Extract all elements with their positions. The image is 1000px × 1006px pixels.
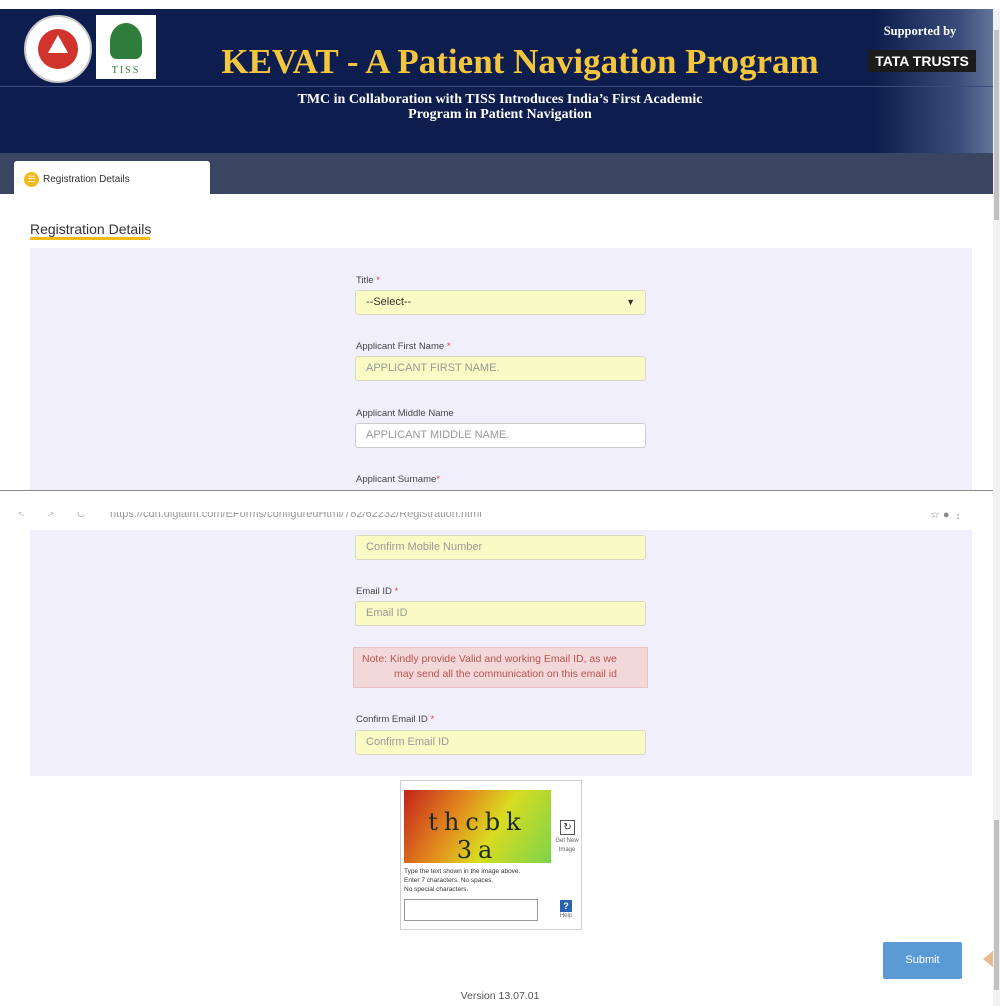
tiss-logo-text: TISS xyxy=(111,65,141,76)
first-name-input[interactable]: APPLICANT FIRST NAME. xyxy=(355,356,646,381)
page-title: KEVAT - A Patient Navigation Program xyxy=(221,42,819,81)
captcha-instruction-3: No special characters. xyxy=(404,886,469,893)
scrollbar-thumb[interactable] xyxy=(994,820,999,990)
email-note-line-2: may send all the communication on this e… xyxy=(394,668,617,680)
email-input[interactable]: Email ID xyxy=(355,601,646,626)
sponsor-logo: TATA TRUSTS xyxy=(868,50,976,72)
title-select-value: --Select-- xyxy=(366,296,412,308)
email-note: Note: Kindly provide Valid and working E… xyxy=(353,647,648,688)
supported-by-label: Supported by xyxy=(883,24,957,38)
screenshot-divider xyxy=(0,490,1000,491)
captcha-instructions: Type the text shown in the image above. … xyxy=(404,867,554,894)
section-underline xyxy=(30,237,150,240)
captcha-input[interactable] xyxy=(404,899,538,921)
captcha-image: thcbk 3a xyxy=(404,790,551,863)
email-label: Email ID * xyxy=(356,586,399,597)
confirm-email-label: Confirm Email ID * xyxy=(356,714,435,725)
captcha-get-new-label[interactable]: Get New Image xyxy=(554,837,580,855)
captcha-instruction-1: Type the text shown in the image above. xyxy=(404,868,521,875)
banner-divider xyxy=(0,86,995,87)
tmc-logo xyxy=(24,15,92,83)
help-icon[interactable]: ? xyxy=(560,900,572,912)
first-name-label: Applicant First Name * xyxy=(356,341,451,352)
email-note-line-1: Note: Kindly provide Valid and working E… xyxy=(362,653,617,665)
refresh-icon[interactable]: ↻ xyxy=(560,820,575,835)
surname-label: Applicant Surname* xyxy=(356,474,440,485)
confirm-email-input[interactable]: Confirm Email ID xyxy=(355,730,646,755)
middle-name-label: Applicant Middle Name xyxy=(356,408,454,419)
subtitle-line-2: Program in Patient Navigation xyxy=(408,107,592,122)
title-select[interactable]: --Select-- ▼ xyxy=(355,290,646,315)
browser-menu-icon[interactable]: ☆ ● ⋮ xyxy=(930,512,964,521)
submit-button[interactable]: Submit xyxy=(883,942,962,979)
captcha-help-label[interactable]: Help xyxy=(557,913,575,919)
captcha-instruction-2: Enter 7 characters. No spaces. xyxy=(404,877,494,884)
scrollbar-thumb[interactable] xyxy=(994,30,999,220)
form-icon: ☰ xyxy=(24,172,39,187)
caret-down-icon: ▼ xyxy=(626,297,635,307)
section-title: Registration Details xyxy=(30,221,152,237)
tab-label: Registration Details xyxy=(43,174,130,185)
tiss-logo: TISS xyxy=(96,15,156,79)
captcha-image-text: thcbk 3a xyxy=(428,808,527,863)
subtitle-line-1: TMC in Collaboration with TISS Introduce… xyxy=(297,92,703,107)
title-label: Title * xyxy=(356,275,380,286)
browser-url[interactable]: https://cdn.digialm.com/EForms/configure… xyxy=(110,512,482,520)
confirm-mobile-input[interactable]: Confirm Mobile Number xyxy=(355,535,646,560)
version-label: Version 13.07.01 xyxy=(460,990,540,1002)
browser-nav-icons[interactable]: < > C xyxy=(18,512,95,520)
page-subtitle: TMC in Collaboration with TISS Introduce… xyxy=(250,92,750,122)
browser-address-bar: < > C https://cdn.digialm.com/EForms/con… xyxy=(0,512,1000,526)
middle-name-input[interactable]: APPLICANT MIDDLE NAME. xyxy=(355,423,646,448)
